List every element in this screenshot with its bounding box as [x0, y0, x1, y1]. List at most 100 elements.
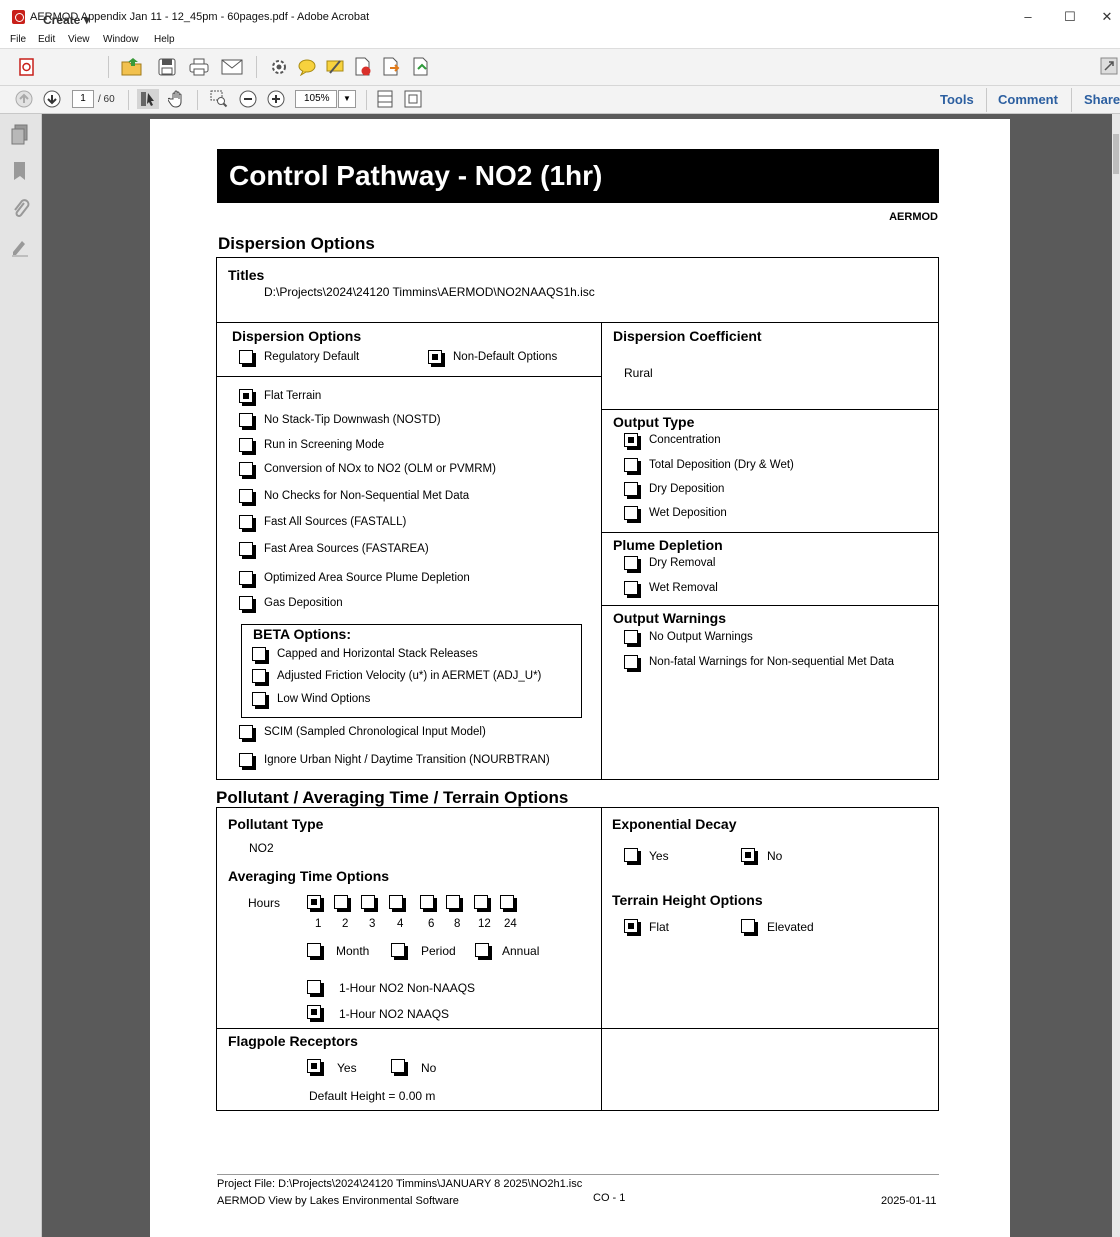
dispersion-option-checkbox[interactable]: [239, 413, 253, 427]
menu-window[interactable]: Window: [103, 34, 139, 45]
email-icon[interactable]: [220, 56, 244, 78]
plume-depletion-checkbox[interactable]: [624, 581, 638, 595]
open-folder-icon[interactable]: [120, 55, 144, 79]
non-default-options-checkbox[interactable]: [428, 350, 442, 364]
hour-checkbox[interactable]: [420, 895, 434, 909]
menu-help[interactable]: Help: [154, 34, 175, 45]
signature-pen-icon[interactable]: [10, 236, 30, 258]
page-number-input[interactable]: 1: [72, 90, 94, 108]
annual-checkbox[interactable]: [475, 943, 489, 957]
dispersion-option-checkbox[interactable]: [239, 438, 253, 452]
table-divider: [601, 322, 602, 780]
extra-option-checkbox[interactable]: [239, 725, 253, 739]
share-link[interactable]: Share: [1084, 92, 1120, 107]
hour-label: 12: [478, 918, 491, 930]
dispersion-option-checkbox[interactable]: [239, 389, 253, 403]
dispersion-coefficient-label: Dispersion Coefficient: [613, 328, 762, 344]
dispersion-option-checkbox[interactable]: [239, 596, 253, 610]
next-page-icon[interactable]: [42, 89, 62, 109]
hour-checkbox[interactable]: [334, 895, 348, 909]
close-button[interactable]: ✕: [1092, 7, 1120, 27]
regulatory-default-checkbox[interactable]: [239, 350, 253, 364]
no2-naaqs-checkbox[interactable]: [307, 1005, 321, 1019]
output-warnings-label: Output Warnings: [613, 610, 727, 626]
extra-option-checkbox[interactable]: [239, 753, 253, 767]
beta-option-checkbox[interactable]: [252, 647, 266, 661]
highlight-icon[interactable]: [324, 56, 346, 78]
beta-option-checkbox[interactable]: [252, 692, 266, 706]
create-pdf-icon[interactable]: [16, 57, 38, 77]
export-file-icon[interactable]: [380, 56, 402, 78]
save-icon[interactable]: [156, 56, 178, 78]
month-checkbox[interactable]: [307, 943, 321, 957]
dispersion-option-checkbox[interactable]: [239, 515, 253, 529]
marquee-zoom-icon[interactable]: [208, 89, 230, 109]
maximize-button[interactable]: ☐: [1055, 7, 1085, 27]
dispersion-option-label: Conversion of NOx to NO2 (OLM or PVMRM): [264, 463, 496, 475]
expand-icon[interactable]: [1098, 55, 1120, 77]
hand-tool-icon[interactable]: [166, 89, 188, 109]
output-type-checkbox[interactable]: [624, 458, 638, 472]
beta-option-label: Capped and Horizontal Stack Releases: [277, 648, 478, 660]
dispersion-option-label: Gas Deposition: [264, 597, 343, 609]
plume-depletion-checkbox[interactable]: [624, 556, 638, 570]
dispersion-option-label: Run in Screening Mode: [264, 439, 385, 451]
terrain-elevated-checkbox[interactable]: [741, 919, 755, 933]
footer-date: 2025-01-11: [881, 1195, 937, 1207]
menu-file[interactable]: File: [10, 34, 26, 45]
create-button[interactable]: Create ▾: [43, 13, 90, 27]
comment-bubble-icon[interactable]: [296, 56, 318, 78]
tools-link[interactable]: Tools: [940, 92, 974, 107]
zoom-out-icon[interactable]: [238, 89, 258, 109]
exponential-decay-no-checkbox[interactable]: [741, 848, 755, 862]
hour-checkbox[interactable]: [474, 895, 488, 909]
menu-view[interactable]: View: [68, 34, 90, 45]
hour-checkbox[interactable]: [307, 895, 321, 909]
output-type-label: Output Type: [613, 414, 695, 430]
hour-checkbox[interactable]: [389, 895, 403, 909]
no2-non-naaqs-checkbox[interactable]: [307, 980, 321, 994]
period-checkbox[interactable]: [391, 943, 405, 957]
output-type-checkbox[interactable]: [624, 482, 638, 496]
print-icon[interactable]: [188, 56, 210, 78]
share-file-icon[interactable]: [410, 56, 432, 78]
fit-width-icon[interactable]: [375, 89, 395, 109]
previous-page-icon[interactable]: [14, 89, 34, 109]
output-warning-checkbox[interactable]: [624, 630, 638, 644]
beta-option-checkbox[interactable]: [252, 669, 266, 683]
output-warning-checkbox[interactable]: [624, 655, 638, 669]
zoom-level-input[interactable]: 105%: [295, 90, 337, 108]
full-screen-icon[interactable]: [403, 89, 423, 109]
dispersion-option-checkbox[interactable]: [239, 462, 253, 476]
menu-edit[interactable]: Edit: [38, 34, 55, 45]
flagpole-no-checkbox[interactable]: [391, 1059, 405, 1073]
dispersion-option-checkbox[interactable]: [239, 542, 253, 556]
hour-checkbox[interactable]: [361, 895, 375, 909]
flagpole-yes-checkbox[interactable]: [307, 1059, 321, 1073]
vertical-scrollbar[interactable]: [1112, 114, 1120, 1237]
dispersion-option-checkbox[interactable]: [239, 489, 253, 503]
terrain-flat-checkbox[interactable]: [624, 919, 638, 933]
attachment-paperclip-icon[interactable]: [10, 198, 30, 220]
dispersion-option-label: Optimized Area Source Plume Depletion: [264, 572, 470, 584]
minimize-button[interactable]: –: [1013, 7, 1043, 27]
dispersion-option-checkbox[interactable]: [239, 571, 253, 585]
page-thumbnails-icon[interactable]: [10, 124, 30, 146]
hour-checkbox[interactable]: [446, 895, 460, 909]
beta-option-label: Adjusted Friction Velocity (u*) in AERME…: [277, 670, 542, 682]
zoom-in-icon[interactable]: [266, 89, 286, 109]
bookmark-icon[interactable]: [10, 160, 30, 182]
settings-gear-icon[interactable]: [268, 56, 290, 78]
comment-link[interactable]: Comment: [998, 92, 1058, 107]
titles-label: Titles: [228, 267, 265, 283]
redact-file-icon[interactable]: [352, 56, 374, 78]
output-type-checkbox[interactable]: [624, 506, 638, 520]
exponential-decay-yes-checkbox[interactable]: [624, 848, 638, 862]
zoom-dropdown-chevron-icon[interactable]: ▼: [338, 90, 356, 108]
beta-options-label: BETA Options:: [253, 626, 351, 642]
select-tool-icon[interactable]: [137, 89, 159, 109]
output-type-checkbox[interactable]: [624, 433, 638, 447]
hour-checkbox[interactable]: [500, 895, 514, 909]
footer-project-file: Project File: D:\Projects\2024\24120 Tim…: [217, 1178, 583, 1190]
scrollbar-thumb[interactable]: [1113, 134, 1119, 174]
